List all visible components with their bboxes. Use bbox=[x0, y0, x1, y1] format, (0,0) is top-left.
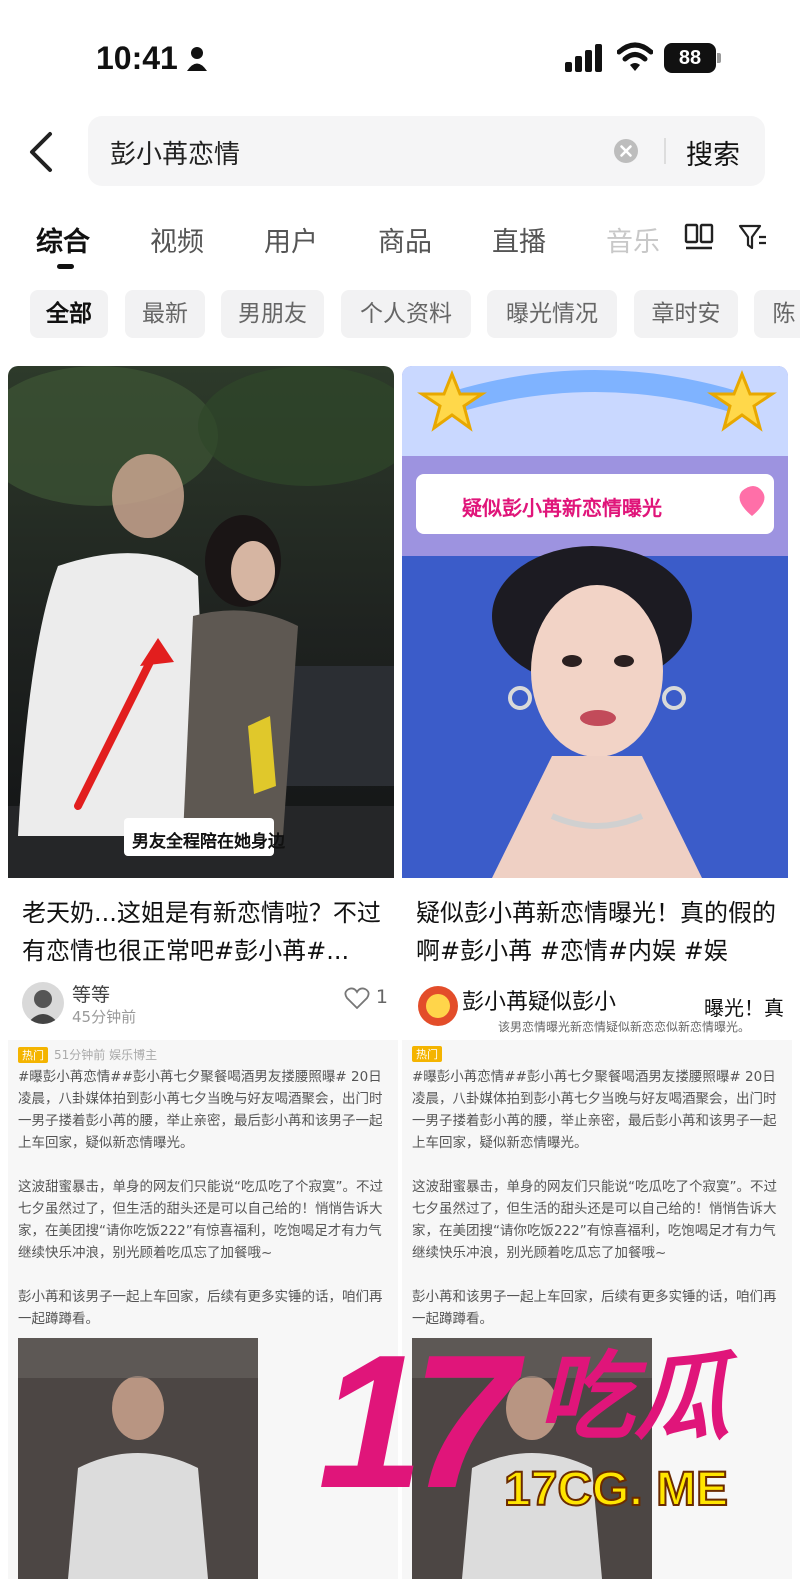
status-bar: 10:41 88 bbox=[0, 0, 800, 110]
post-paragraph: #曝彭小苒恋情##彭小苒七夕聚餐喝酒男友搂腰照曝# 20日凌晨，八卦媒体拍到彭小… bbox=[18, 1069, 383, 1151]
card-title: 疑似彭小苒新恋情曝光！真的假的啊#彭小苒 #恋情#内娱 #娱 bbox=[416, 899, 776, 965]
filter-icon[interactable] bbox=[738, 222, 768, 252]
image-caption: 男友全程陪在她身边 bbox=[132, 832, 285, 852]
battery-level: 88 bbox=[664, 43, 716, 73]
chip-profile[interactable]: 个人资料 bbox=[341, 290, 471, 338]
post-paragraph: 这波甜蜜暴击，单身的网友们只能说“吃瓜吃了个寂寞”。不过七夕虽然过了，但生活的甜… bbox=[18, 1179, 383, 1261]
layout-toggle-icon[interactable] bbox=[684, 222, 714, 252]
clear-icon[interactable] bbox=[613, 138, 639, 164]
card-title: 老天奶...这姐是有新恋情啦？不过有恋情也很正常吧#彭小苒#... bbox=[22, 899, 381, 965]
avatar[interactable] bbox=[22, 982, 64, 1024]
person-icon bbox=[187, 47, 207, 71]
image-banner: 疑似彭小苒新恋情曝光 bbox=[462, 496, 662, 520]
overlay-text: 彭小苒疑似彭小 bbox=[462, 984, 617, 1016]
wifi-icon bbox=[617, 42, 653, 71]
battery-icon: 88 bbox=[664, 43, 721, 73]
result-card[interactable]: 男友全程陪在她身边 老天奶...这姐是有新恋情啦？不过有恋情也很正常吧#彭小苒#… bbox=[8, 366, 394, 1036]
card-thumbnail: 男友全程陪在她身边 bbox=[8, 366, 394, 878]
filter-chips: 全部 最新 男朋友 个人资料 曝光情况 章时安 陈 bbox=[0, 290, 800, 340]
search-input[interactable]: 彭小苒恋情 bbox=[110, 134, 240, 171]
tab-video[interactable]: 视频 bbox=[150, 220, 204, 259]
post-paragraph: 这波甜蜜暴击，单身的网友们只能说“吃瓜吃了个寂寞”。不过七夕虽然过了，但生活的甜… bbox=[412, 1179, 777, 1261]
chip-zhang[interactable]: 章时安 bbox=[634, 290, 738, 338]
watermark-text: 吃瓜 bbox=[538, 1341, 730, 1453]
heart-icon bbox=[344, 987, 370, 1009]
card-author: 等等 45分钟前 1 bbox=[22, 978, 388, 1028]
chip-chen[interactable]: 陈 bbox=[754, 290, 800, 338]
watermark-number: 17 bbox=[318, 1316, 517, 1528]
post-meta: 热门 bbox=[412, 1046, 448, 1062]
overlay-subtext: 该男恋情曝光新恋情疑似新恋恋似新恋情曝光。 bbox=[498, 1020, 751, 1034]
result-card[interactable]: 疑似彭小苒新恋情曝光 疑似彭小苒新恋情曝光！真的假的啊#彭小苒 #恋情#内娱 #… bbox=[402, 366, 788, 1036]
portrait-graphic bbox=[402, 366, 788, 878]
chip-all[interactable]: 全部 bbox=[30, 290, 108, 338]
post-time: 45分钟前 bbox=[72, 1008, 137, 1026]
search-bar[interactable]: 彭小苒恋情 搜索 bbox=[88, 116, 765, 186]
post-body: #曝彭小苒恋情##彭小苒七夕聚餐喝酒男友搂腰照曝# 20日凌晨，八卦媒体拍到彭小… bbox=[18, 1066, 388, 1352]
clock: 10:41 bbox=[96, 40, 178, 76]
watermark-domain: 17CG. ME bbox=[503, 1462, 729, 1517]
tab-indicator bbox=[57, 264, 74, 269]
hot-tag: 热门 bbox=[412, 1046, 442, 1062]
overlay-text-tail: 曝光！真 bbox=[704, 996, 784, 1020]
overlay-text-row: 彭小苒疑似彭小 曝光！真 该男恋情曝光新恋情疑似新恋恋似新恋情曝光。 bbox=[402, 984, 800, 1040]
tab-users[interactable]: 用户 bbox=[264, 220, 318, 259]
back-arrow-icon[interactable] bbox=[22, 128, 62, 176]
post-image bbox=[18, 1338, 258, 1579]
watermark-logo: 17 吃瓜 17CG. ME bbox=[308, 1322, 788, 1552]
author-name[interactable]: 等等 bbox=[72, 980, 110, 1007]
chip-exposure[interactable]: 曝光情况 bbox=[487, 290, 617, 338]
chip-boyfriend[interactable]: 男朋友 bbox=[221, 290, 324, 338]
card-thumbnail: 疑似彭小苒新恋情曝光 bbox=[402, 366, 788, 878]
post-paragraph: #曝彭小苒恋情##彭小苒七夕聚餐喝酒男友搂腰照曝# 20日凌晨，八卦媒体拍到彭小… bbox=[412, 1069, 777, 1151]
like-button[interactable]: 1 bbox=[344, 986, 388, 1009]
badge-icon bbox=[418, 986, 458, 1026]
night-photo bbox=[8, 366, 394, 878]
tab-products[interactable]: 商品 bbox=[378, 220, 432, 259]
search-divider bbox=[664, 138, 666, 164]
hot-tag: 热门 bbox=[18, 1047, 48, 1063]
result-tabs: 综合 视频 用户 商品 直播 音乐 bbox=[0, 212, 800, 272]
tab-comprehensive[interactable]: 综合 bbox=[36, 220, 90, 259]
chip-latest[interactable]: 最新 bbox=[125, 290, 205, 338]
tab-music[interactable]: 音乐 bbox=[606, 220, 660, 259]
like-count: 1 bbox=[375, 986, 388, 1008]
signal-icon bbox=[565, 44, 602, 72]
post-body: #曝彭小苒恋情##彭小苒七夕聚餐喝酒男友搂腰照曝# 20日凌晨，八卦媒体拍到彭小… bbox=[412, 1066, 782, 1352]
search-button[interactable]: 搜索 bbox=[686, 133, 740, 172]
tab-live[interactable]: 直播 bbox=[492, 220, 546, 259]
post-meta: 热门 51分钟前 娱乐博主 bbox=[18, 1046, 157, 1063]
